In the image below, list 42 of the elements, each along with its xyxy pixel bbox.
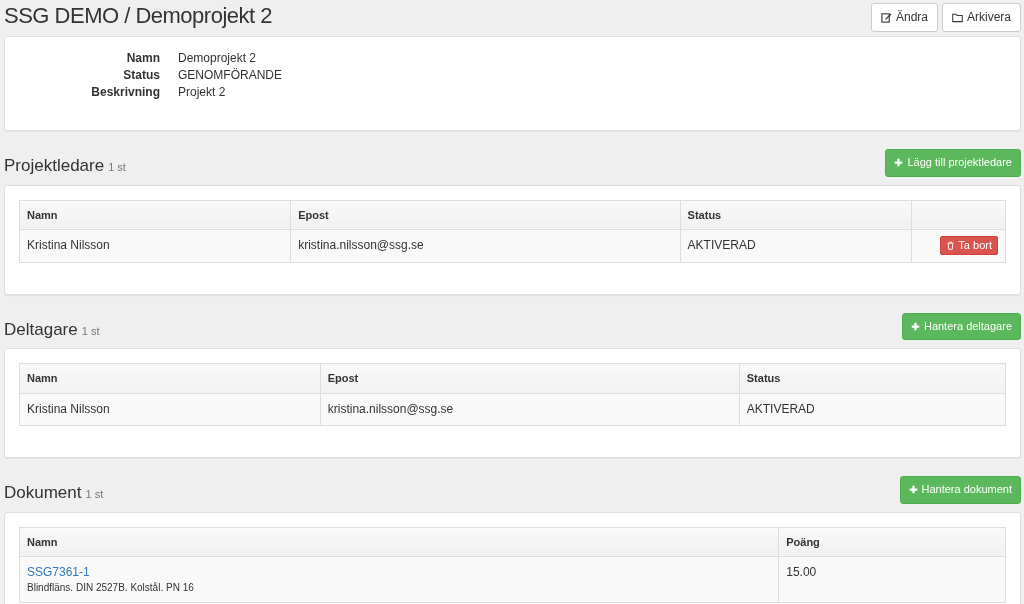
archive-button[interactable]: Arkivera: [942, 3, 1021, 33]
item-count: 1 st: [108, 160, 126, 176]
detail-value: Projekt 2: [178, 84, 227, 102]
column-header: Epost: [320, 363, 740, 393]
edit-icon: [880, 12, 892, 23]
section-title: Deltagare: [4, 319, 78, 341]
plus-icon: [908, 485, 918, 495]
column-header: Namn: [19, 527, 779, 557]
table-cell: AKTIVERAD: [680, 229, 912, 263]
folder-icon: [952, 12, 963, 23]
edit-button[interactable]: Ändra: [870, 3, 938, 33]
page-title: SSG DEMO / Demoprojekt 2: [4, 2, 272, 30]
column-header: Namn: [19, 200, 291, 230]
table-cell: kristina.nilsson@ssg.se: [320, 393, 740, 426]
table-cell: AKTIVERAD: [739, 393, 1006, 426]
delete-button[interactable]: Ta bort: [940, 236, 998, 256]
column-header: Status: [739, 363, 1006, 393]
detail-label: Beskrivning: [90, 84, 160, 102]
plus-icon: [910, 321, 920, 331]
column-header: Poäng: [778, 527, 1006, 557]
table-cell: 15.00: [778, 556, 1006, 603]
document-link[interactable]: SSG7361-1: [27, 565, 772, 581]
trash-icon: [946, 241, 956, 251]
column-header: Namn: [19, 363, 321, 393]
detail-value: Demoprojekt 2: [178, 50, 258, 67]
add-button[interactable]: Lägg till projektledare: [885, 149, 1021, 177]
column-header: Epost: [290, 200, 681, 230]
plus-icon: [894, 158, 904, 168]
detail-label: Namn: [125, 50, 160, 67]
document-description: Blindfläns. DIN 2527B. Kolstål. PN 16: [27, 580, 195, 594]
column-header: Status: [680, 200, 912, 230]
add-button[interactable]: Hantera deltagare: [901, 312, 1021, 341]
item-count: 1 st: [81, 323, 100, 339]
table-cell: Kristina Nilsson: [19, 229, 291, 263]
section-title: Projektledare: [4, 156, 105, 177]
add-button[interactable]: Hantera dokument: [899, 476, 1021, 504]
table-cell: Kristina Nilsson: [19, 393, 321, 426]
table-cell: kristina.nilsson@ssg.se: [290, 229, 681, 263]
section-title: Dokument: [4, 483, 82, 504]
item-count: 1 st: [85, 487, 104, 503]
detail-value: GENOMFÖRANDE: [178, 67, 283, 85]
detail-label: Status: [122, 67, 160, 85]
